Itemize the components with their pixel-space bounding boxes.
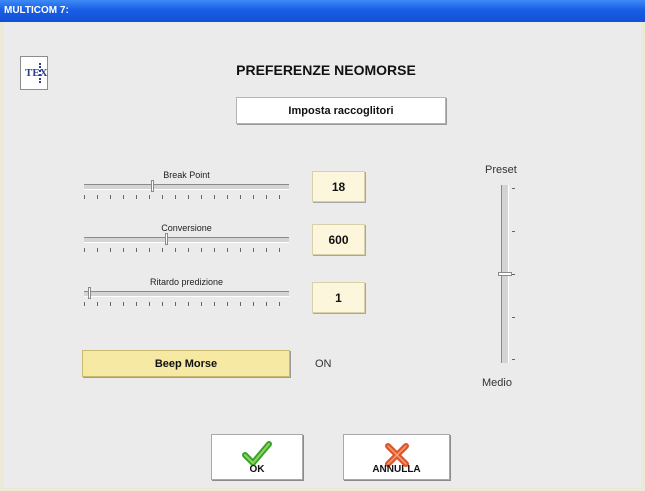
cancel-label: ANNULLA: [372, 464, 421, 475]
vertical-slider-ticks: [512, 188, 516, 360]
dialog-window: MULTICOM 7: TEX PREFERENZE NEOMORSE Impo…: [0, 0, 645, 491]
slider-track[interactable]: [84, 287, 289, 299]
preset-label: Preset: [485, 164, 517, 176]
conversione-slider[interactable]: Conversione: [84, 223, 289, 252]
vertical-tick: [512, 274, 515, 275]
slider-thumb[interactable]: [151, 180, 154, 192]
vertical-slider-thumb[interactable]: [498, 272, 512, 276]
break-point-value: 18: [312, 171, 365, 202]
beep-state-text: ON: [315, 358, 332, 370]
vertical-slider-track[interactable]: [498, 185, 512, 363]
slider-track[interactable]: [84, 180, 289, 192]
vertical-tick: [512, 359, 515, 360]
slider-ticks: [84, 248, 289, 252]
dialog-client-area: [4, 22, 641, 488]
ritardo-predizione-label: Ritardo predizione: [149, 277, 224, 287]
logo-text: TEX: [25, 67, 48, 79]
break-point-label: Break Point: [163, 170, 210, 180]
medio-label: Medio: [482, 377, 512, 389]
title-bar: MULTICOM 7:: [0, 0, 645, 22]
slider-track[interactable]: [84, 233, 289, 245]
conversione-label: Conversione: [161, 223, 212, 233]
ritardo-predizione-slider[interactable]: Ritardo predizione: [84, 277, 289, 306]
slider-ticks: [84, 302, 289, 306]
slider-thumb[interactable]: [88, 287, 91, 299]
conversione-value: 600: [312, 224, 365, 255]
ok-button[interactable]: OK: [211, 434, 303, 480]
page-title: PREFERENZE NEOMORSE: [236, 62, 416, 78]
vertical-tick: [512, 231, 515, 232]
cancel-button[interactable]: ANNULLA: [343, 434, 450, 480]
ok-label: OK: [249, 464, 265, 475]
vertical-tick: [512, 317, 515, 318]
slider-ticks: [84, 195, 289, 199]
slider-thumb[interactable]: [165, 233, 168, 245]
break-point-slider[interactable]: Break Point: [84, 170, 289, 199]
vertical-tick: [512, 188, 515, 189]
logo-bars: [39, 63, 43, 83]
set-collectors-button[interactable]: Imposta raccoglitori: [236, 97, 446, 124]
beep-morse-button[interactable]: Beep Morse: [82, 350, 290, 377]
tex-logo-icon: TEX: [20, 56, 48, 90]
ritardo-predizione-value: 1: [312, 282, 365, 313]
